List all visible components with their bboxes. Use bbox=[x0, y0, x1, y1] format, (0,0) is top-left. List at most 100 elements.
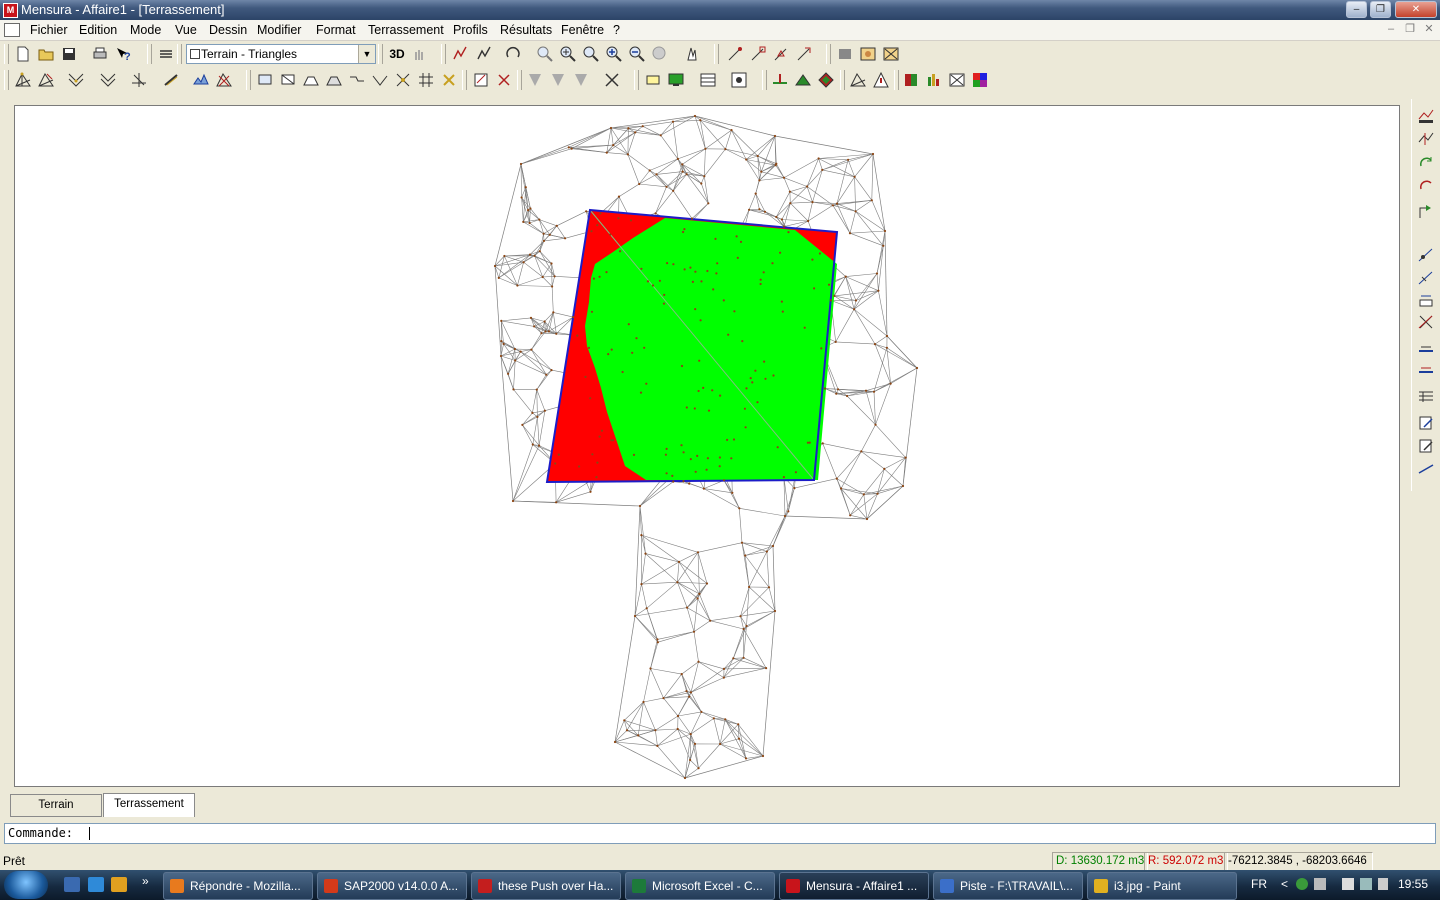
add-break-line-icon[interactable] bbox=[67, 71, 85, 89]
zoom-previous-icon[interactable] bbox=[582, 45, 600, 63]
chevron-down-icon[interactable]: ▼ bbox=[358, 45, 375, 63]
export-profile-icon[interactable] bbox=[1417, 203, 1435, 221]
snap-point-icon[interactable] bbox=[726, 45, 744, 63]
profile-tool-icon[interactable] bbox=[451, 45, 469, 63]
task-paint[interactable]: i3.jpg - Paint bbox=[1087, 872, 1237, 900]
grid-tool-icon[interactable] bbox=[417, 71, 435, 89]
platform-icon[interactable] bbox=[256, 71, 274, 89]
toolbar-grip[interactable] bbox=[177, 44, 182, 64]
mdi-restore-button[interactable]: ❐ bbox=[1403, 23, 1417, 36]
platform-edit-icon[interactable] bbox=[279, 71, 297, 89]
rotate-icon[interactable] bbox=[1417, 154, 1435, 172]
task-piste[interactable]: Piste - F:\TRAVAIL\... bbox=[933, 872, 1083, 900]
report-icon[interactable] bbox=[730, 71, 748, 89]
pan-hand-icon[interactable] bbox=[410, 45, 428, 63]
zoom-in-icon[interactable] bbox=[605, 45, 623, 63]
axis-tool-3-icon[interactable] bbox=[1417, 292, 1435, 310]
toolbar-grip[interactable] bbox=[246, 70, 251, 90]
tray-app-2-icon[interactable] bbox=[1360, 878, 1372, 890]
disabled-tool-2-icon[interactable] bbox=[549, 71, 567, 89]
redraw-icon[interactable] bbox=[504, 45, 522, 63]
zoom-out-icon[interactable] bbox=[628, 45, 646, 63]
delete-volume-icon[interactable] bbox=[495, 71, 513, 89]
scissors-icon[interactable] bbox=[603, 71, 621, 89]
warning-icon[interactable] bbox=[872, 71, 890, 89]
app-icon[interactable]: M bbox=[3, 3, 18, 18]
profile-long-icon[interactable] bbox=[1417, 107, 1435, 125]
menu-profils[interactable]: Profils bbox=[453, 23, 488, 37]
display-options-icon[interactable] bbox=[644, 71, 662, 89]
layer-select[interactable]: Terrain - Triangles ▼ bbox=[186, 44, 376, 64]
mnt-icon[interactable] bbox=[192, 71, 210, 89]
network-icon[interactable] bbox=[1296, 878, 1308, 890]
menu-dessin[interactable]: Dessin bbox=[209, 23, 247, 37]
menu-fichier[interactable]: Fichier bbox=[30, 23, 68, 37]
toolbar-grip[interactable] bbox=[840, 70, 845, 90]
toolbar-grip[interactable] bbox=[517, 70, 522, 90]
restore-button[interactable]: ❐ bbox=[1370, 1, 1391, 18]
road-profile-2-icon[interactable] bbox=[1417, 362, 1435, 380]
drawing-canvas[interactable] bbox=[14, 105, 1400, 787]
axis-tool-icon[interactable] bbox=[1417, 246, 1435, 264]
line-tool-icon[interactable] bbox=[1417, 459, 1435, 477]
task-sap2000[interactable]: SAP2000 v14.0.0 A... bbox=[317, 872, 467, 900]
zoom-extents-icon[interactable] bbox=[559, 45, 577, 63]
toolbar-grip[interactable] bbox=[714, 44, 719, 64]
clock[interactable]: 19:55 bbox=[1398, 877, 1428, 891]
delete-triangles-icon[interactable] bbox=[215, 71, 233, 89]
edit-sheet-2-icon[interactable] bbox=[1417, 437, 1435, 455]
show-desktop-icon[interactable] bbox=[64, 877, 80, 892]
bar-graph-icon[interactable] bbox=[925, 71, 943, 89]
toolbar-grip[interactable] bbox=[894, 70, 899, 90]
quicklaunch-more-icon[interactable]: » bbox=[142, 874, 149, 888]
ditch-icon[interactable] bbox=[371, 71, 389, 89]
menu-edition[interactable]: Edition bbox=[79, 23, 117, 37]
table-icon[interactable] bbox=[699, 71, 717, 89]
cross-tool-icon[interactable] bbox=[394, 71, 412, 89]
task-mensura[interactable]: Mensura - Affaire1 ... bbox=[779, 872, 929, 900]
slope-icon[interactable] bbox=[162, 71, 180, 89]
close-button[interactable]: ✕ bbox=[1395, 1, 1437, 18]
menu-mode[interactable]: Mode bbox=[130, 23, 161, 37]
table-grid-icon[interactable] bbox=[1417, 388, 1435, 406]
start-button[interactable] bbox=[4, 871, 48, 899]
triangulate-edit-icon[interactable] bbox=[37, 71, 55, 89]
delete-platform-icon[interactable] bbox=[440, 71, 458, 89]
talus-icon[interactable] bbox=[302, 71, 320, 89]
monitor-icon[interactable] bbox=[667, 71, 685, 89]
save-icon[interactable] bbox=[60, 45, 78, 63]
menu-help[interactable]: ? bbox=[613, 23, 620, 37]
mdi-minimize-button[interactable]: – bbox=[1384, 23, 1398, 36]
profile-tool-2-icon[interactable] bbox=[475, 45, 493, 63]
toolbar-grip[interactable] bbox=[147, 44, 152, 64]
rotate-2-icon[interactable] bbox=[1417, 177, 1435, 195]
document-icon[interactable] bbox=[4, 23, 20, 37]
internet-explorer-icon[interactable] bbox=[88, 877, 104, 892]
task-pdf[interactable]: these Push over Ha... bbox=[471, 872, 621, 900]
road-profile-icon[interactable] bbox=[1417, 341, 1435, 359]
device-icon[interactable] bbox=[1314, 878, 1326, 890]
volume-icon[interactable] bbox=[1378, 878, 1388, 890]
toolbar-grip[interactable] bbox=[762, 70, 767, 90]
menu-modifier[interactable]: Modifier bbox=[257, 23, 301, 37]
break-line-icon[interactable] bbox=[99, 71, 117, 89]
view-3d-button[interactable]: 3D bbox=[386, 45, 408, 63]
toolbar-grip[interactable] bbox=[4, 70, 9, 90]
talus-2-icon[interactable] bbox=[325, 71, 343, 89]
disabled-tool-3-icon[interactable] bbox=[572, 71, 590, 89]
snap-near-icon[interactable] bbox=[795, 45, 813, 63]
toolbar-grip[interactable] bbox=[634, 70, 639, 90]
snap-middle-icon[interactable] bbox=[772, 45, 790, 63]
print-icon[interactable] bbox=[91, 45, 109, 63]
toolbar-grip[interactable] bbox=[441, 44, 446, 64]
menu-resultats[interactable]: Résultats bbox=[500, 23, 552, 37]
compute-volume-icon[interactable] bbox=[472, 71, 490, 89]
command-line[interactable]: Commande: bbox=[4, 823, 1436, 844]
fill-icon[interactable] bbox=[836, 45, 854, 63]
hand-pan-icon[interactable] bbox=[683, 45, 701, 63]
toolbar-grip[interactable] bbox=[378, 44, 383, 64]
tab-terrassement[interactable]: Terrassement bbox=[103, 793, 195, 817]
fill-volume-icon[interactable] bbox=[817, 71, 835, 89]
export-icon[interactable] bbox=[948, 71, 966, 89]
open-folder-icon[interactable] bbox=[37, 45, 55, 63]
